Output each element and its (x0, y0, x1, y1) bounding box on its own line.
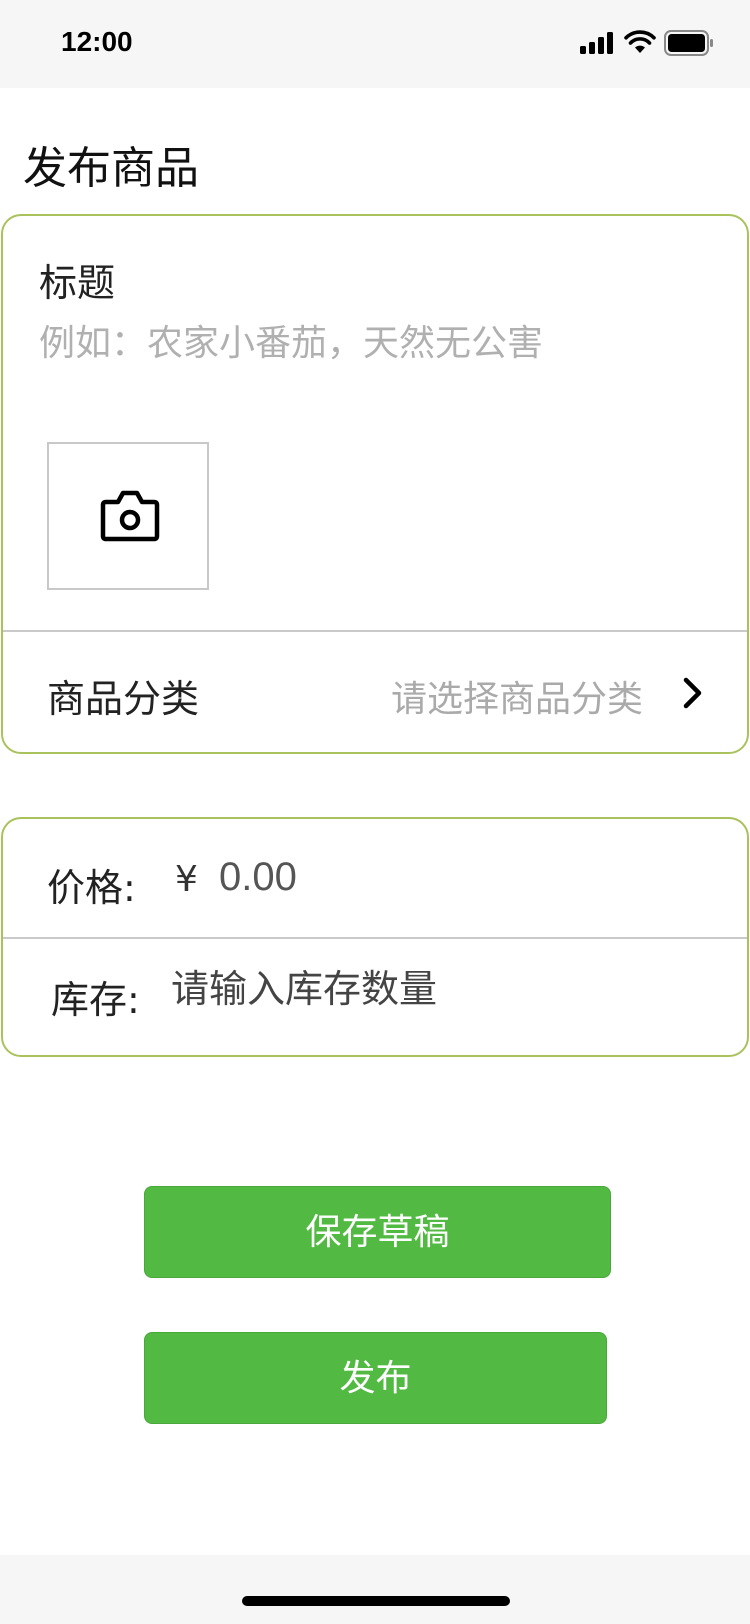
wifi-icon (624, 30, 656, 53)
chevron-right-icon (683, 677, 702, 709)
price-row: 价格: ¥ (3, 819, 747, 937)
home-indicator[interactable] (242, 1596, 510, 1606)
category-placeholder: 请选择商品分类 (390, 679, 643, 720)
stock-input[interactable] (171, 969, 671, 1012)
publish-product-page: 12:00 发布商品 标题 例如：农家小番茄，天然无公害 商品分类 请选择商品分… (0, 0, 750, 1624)
stock-label: 库存: (51, 978, 140, 1022)
status-time: 12:00 (61, 26, 133, 57)
pricing-card: 价格: ¥ 库存: (1, 817, 749, 1057)
currency-symbol: ¥ (175, 859, 198, 900)
photo-upload-button[interactable] (47, 442, 209, 590)
status-bar: 12:00 (0, 0, 750, 88)
price-label: 价格: (47, 866, 136, 910)
home-bar-area (0, 1555, 750, 1624)
status-icons (580, 30, 720, 58)
title-input[interactable] (39, 322, 699, 364)
title-label: 标题 (39, 261, 116, 305)
category-selector[interactable]: 商品分类 请选择商品分类 (3, 632, 747, 752)
save-draft-button[interactable]: 保存草稿 (144, 1186, 611, 1278)
publish-button[interactable]: 发布 (144, 1332, 607, 1424)
category-label: 商品分类 (47, 677, 200, 721)
battery-icon (664, 30, 713, 56)
camera-icon (100, 490, 160, 542)
page-title: 发布商品 (23, 143, 199, 194)
price-input[interactable] (219, 855, 519, 900)
cellular-signal-icon (580, 32, 613, 54)
stock-row: 库存: (3, 939, 747, 1055)
product-info-card: 标题 商品分类 请选择商品分类 (1, 214, 749, 754)
